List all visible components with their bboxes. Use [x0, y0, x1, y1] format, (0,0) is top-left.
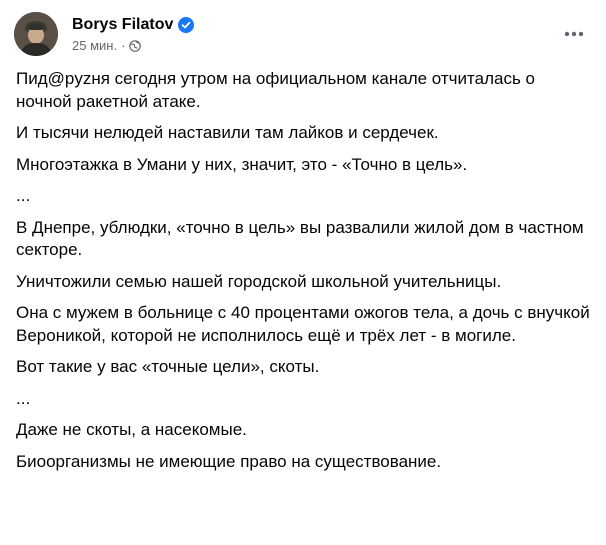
facebook-post: Borys Filatov 25 мин. · Пид@pyzня сегодн…: [0, 0, 606, 545]
post-paragraph: Вот такие у вас «точные цели», скоты.: [16, 357, 320, 376]
post-paragraph: Уничтожили семью нашей городской школьно…: [16, 271, 502, 291]
post-paragraph: Даже не скоты, а насекомые.: [16, 420, 247, 439]
post-subline: 25 мин. ·: [72, 38, 194, 54]
verified-badge-icon: [178, 16, 195, 33]
post-meta: Borys Filatov 25 мин. ·: [72, 15, 195, 54]
post-paragraph: В Днепре, ублюдки, «точно в цель» вы раз…: [16, 217, 584, 260]
post-header: Borys Filatov 25 мин. ·: [14, 10, 592, 58]
post-paragraph: ...: [16, 186, 31, 205]
globe-icon[interactable]: [129, 39, 142, 52]
more-options-icon: [564, 31, 584, 37]
author-row: Borys Filatov: [72, 15, 195, 35]
post-paragraph: Многоэтажка в Умани у них, значит, это -…: [16, 154, 468, 174]
post-paragraph: Она с мужем в больнице с 40 процентами о…: [16, 303, 590, 345]
post-paragraph: Пид@pyzня сегодня утром на официальном к…: [16, 69, 535, 111]
more-options-button[interactable]: [556, 16, 592, 52]
author-name[interactable]: Borys Filatov: [72, 15, 173, 35]
post-body: Пид@pyzня сегодня утром на официальном к…: [16, 68, 592, 482]
post-timestamp[interactable]: 25 мин.: [72, 38, 117, 54]
post-paragraph: Биоорганизмы не имеющие право на существ…: [16, 451, 442, 471]
post-paragraph: И тысячи нелюдей наставили там лайков и …: [16, 123, 439, 142]
author-avatar[interactable]: [14, 12, 58, 56]
post-paragraph: ...: [16, 388, 31, 408]
separator-dot: ·: [121, 37, 126, 53]
